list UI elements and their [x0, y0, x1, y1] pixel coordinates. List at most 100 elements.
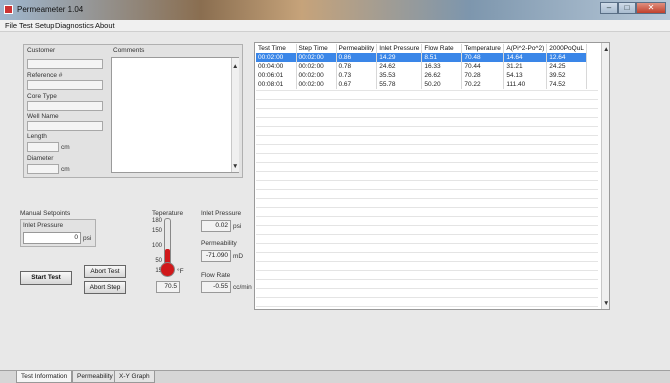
window-title: Permeameter 1.04 — [17, 5, 84, 14]
table-cell: 70.44 — [461, 62, 505, 71]
table-cell: 111.40 — [503, 80, 548, 89]
column-header[interactable]: Permeability — [336, 44, 378, 53]
menu-test-setup[interactable]: Test Setup — [19, 21, 54, 30]
table-cell: 14.64 — [503, 53, 548, 62]
customer-field[interactable] — [27, 59, 103, 69]
column-header[interactable]: Step Time — [296, 44, 337, 53]
setpoint-inlet-label: Inlet Pressure — [23, 222, 64, 229]
table-cell: 0.73 — [336, 71, 378, 80]
app-window: Permeameter 1.04 – □ ✕ File Test Setup D… — [0, 0, 670, 383]
table-cell: 00:02:00 — [296, 71, 337, 80]
column-header[interactable]: Test Time — [256, 44, 297, 53]
flow-rate-label: Flow Rate — [201, 272, 231, 279]
column-header[interactable]: A(Pi^2-Po^2) — [503, 44, 548, 53]
table-cell: 00:02:00 — [296, 80, 337, 89]
table-cell: 00:04:00 — [256, 62, 297, 71]
core-type-label: Core Type — [27, 93, 57, 100]
table-cell: 8.51 — [421, 53, 463, 62]
flow-rate-unit: cc/min — [233, 284, 252, 291]
table-cell: 0.78 — [336, 62, 378, 71]
table-row[interactable]: 00:02:00 00:02:00 0.86 14.29 8.51 70.48 … — [256, 53, 588, 62]
thermometer-bulb — [160, 262, 175, 277]
column-header[interactable]: 2000PoQuL — [546, 44, 588, 53]
length-label: Length — [27, 133, 47, 140]
table-row[interactable]: 00:06:01 00:02:00 0.73 35.53 26.62 70.28… — [256, 71, 588, 80]
setpoint-inlet-input[interactable]: 0 — [23, 232, 81, 244]
table-gridlines — [256, 90, 598, 308]
table-cell: 24.62 — [376, 62, 423, 71]
temperature-unit: °F — [177, 268, 184, 275]
table-row[interactable]: 00:08:01 00:02:00 0.67 55.78 50.20 70.22… — [256, 80, 588, 89]
data-table[interactable]: Test Time Step Time Permeability Inlet P… — [256, 44, 588, 89]
core-type-field[interactable] — [27, 101, 103, 111]
inlet-pressure-value: 0.02 — [201, 220, 231, 232]
menu-about[interactable]: About — [95, 21, 115, 30]
temperature-label: Teperature — [152, 210, 184, 217]
maximize-button[interactable]: □ — [618, 2, 636, 14]
abort-test-button[interactable]: Abort Test — [84, 265, 126, 278]
tab-permeability[interactable]: Permeability — [72, 371, 118, 383]
customer-label: Customer — [27, 47, 56, 54]
table-cell: 00:02:00 — [296, 62, 337, 71]
table-cell: 0.86 — [336, 53, 378, 62]
thermometer-tube — [164, 218, 171, 268]
comments-textarea[interactable] — [111, 57, 239, 173]
abort-step-button[interactable]: Abort Step — [84, 281, 126, 294]
table-cell: 70.48 — [461, 53, 505, 62]
tab-xy-graph[interactable]: X-Y Graph — [114, 371, 155, 383]
table-cell: 55.78 — [376, 80, 423, 89]
start-test-button[interactable]: Start Test — [20, 271, 72, 285]
menu-file[interactable]: File — [5, 21, 17, 30]
column-header[interactable]: Inlet Pressure — [376, 44, 423, 53]
temperature-tick: 50 — [155, 258, 162, 264]
setpoint-inlet-unit: psi — [83, 235, 92, 242]
table-cell: 00:06:01 — [256, 71, 297, 80]
table-cell: 0.67 — [336, 80, 378, 89]
permeability-label: Permeability — [201, 240, 237, 247]
tab-bar: Test Information Permeability X-Y Graph — [0, 370, 670, 383]
temperature-tick: 180 — [151, 218, 162, 224]
diameter-unit: cm — [61, 166, 70, 173]
temperature-tick: 100 — [151, 243, 162, 249]
flow-rate-value: -0.55 — [201, 281, 231, 293]
diameter-field[interactable] — [27, 164, 59, 174]
well-name-label: Well Name — [27, 113, 59, 120]
table-cell: 39.52 — [546, 71, 588, 80]
setpoints-title: Manual Setpoints — [20, 210, 71, 217]
menu-bar: File Test Setup Diagnostics About — [0, 20, 670, 32]
diameter-label: Diameter — [27, 155, 54, 162]
permeability-unit: mD — [233, 253, 244, 260]
temperature-tick: 150 — [151, 228, 162, 234]
inlet-pressure-unit: psi — [233, 223, 242, 230]
reference-field[interactable] — [27, 80, 103, 90]
table-cell: 70.28 — [461, 71, 505, 80]
scroll-down-icon[interactable]: ▼ — [603, 300, 609, 307]
length-field[interactable] — [27, 142, 59, 152]
length-unit: cm — [61, 144, 70, 151]
table-cell: 12.64 — [546, 53, 588, 62]
menu-diagnostics[interactable]: Diagnostics — [55, 21, 94, 30]
close-button[interactable]: ✕ — [636, 2, 666, 14]
app-icon — [4, 5, 13, 14]
table-row[interactable]: 00:04:00 00:02:00 0.78 24.62 16.33 70.44… — [256, 62, 588, 71]
permeability-value: -71.090 — [201, 250, 231, 262]
table-cell: 74.52 — [546, 80, 588, 89]
table-cell: 00:02:00 — [256, 53, 297, 62]
table-cell: 26.62 — [421, 71, 463, 80]
table-cell: 24.25 — [546, 62, 588, 71]
tab-test-information[interactable]: Test Information — [16, 371, 73, 383]
minimize-button[interactable]: – — [600, 2, 618, 14]
column-header[interactable]: Flow Rate — [421, 44, 463, 53]
table-header-row: Test Time Step Time Permeability Inlet P… — [256, 44, 588, 53]
well-name-field[interactable] — [27, 121, 103, 131]
scroll-up-icon[interactable]: ▲ — [232, 63, 238, 70]
inlet-pressure-label: Inlet Pressure — [201, 210, 242, 217]
scroll-down-icon[interactable]: ▼ — [232, 163, 238, 170]
comments-scrollbar[interactable] — [231, 58, 239, 172]
table-scrollbar[interactable] — [601, 43, 609, 309]
scroll-up-icon[interactable]: ▲ — [603, 46, 609, 53]
table-cell: 35.53 — [376, 71, 423, 80]
table-cell: 31.21 — [503, 62, 548, 71]
column-header[interactable]: Temperature — [461, 44, 505, 53]
temperature-value: 70.5 — [156, 281, 180, 293]
